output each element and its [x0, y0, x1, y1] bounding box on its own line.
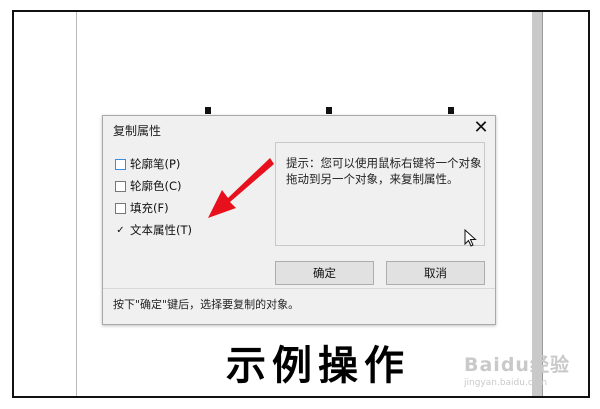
checkbox-fill[interactable]: [115, 202, 126, 214]
close-icon: ✕: [473, 117, 489, 138]
hint-box: 提示：您可以使用鼠标右键将一个对象拖动到另一个对象，来复制属性。: [275, 142, 485, 247]
option-text-properties[interactable]: ✓ 文本属性(T): [115, 222, 192, 238]
ok-button[interactable]: 确定: [275, 261, 374, 285]
selection-handle[interactable]: [448, 107, 454, 114]
cancel-button[interactable]: 取消: [386, 261, 485, 285]
status-divider: [103, 288, 495, 289]
option-label: 填充(F): [130, 201, 169, 215]
option-fill[interactable]: 填充(F): [115, 200, 169, 216]
watermark-sub: jingyan.baidu.com: [464, 378, 548, 388]
mouse-cursor-icon: [464, 229, 477, 247]
watermark-main: Baidu经验: [464, 354, 570, 376]
option-outline-pen[interactable]: 轮廓笔(P): [115, 156, 180, 172]
checkbox-outline-pen[interactable]: [115, 158, 126, 170]
copy-properties-dialog: 复制属性 ✕ 轮廓笔(P) 轮廓色(C) 填充(F) ✓ 文本属性(T) 提示：…: [102, 115, 496, 325]
option-label: 轮廓色(C): [130, 179, 182, 193]
selection-handle[interactable]: [326, 107, 332, 114]
option-label: 轮廓笔(P): [130, 157, 181, 171]
selection-handle[interactable]: [205, 107, 211, 114]
hint-text: 提示：您可以使用鼠标右键将一个对象拖动到另一个对象，来复制属性。: [286, 156, 482, 186]
page-border-left: [76, 12, 77, 396]
status-text: 按下"确定"键后，选择要复制的对象。: [113, 298, 300, 311]
checkbox-outline-color[interactable]: [115, 180, 126, 192]
caption-text: 示例操作: [226, 342, 410, 389]
arrow-annotation-icon: [208, 158, 274, 218]
check-icon[interactable]: ✓: [115, 225, 126, 236]
option-label: 文本属性(T): [130, 223, 192, 237]
option-outline-color[interactable]: 轮廓色(C): [115, 178, 182, 194]
close-button[interactable]: ✕: [471, 118, 491, 138]
watermark: Baidu经验 jingyan.baidu.com: [456, 344, 586, 396]
page-scroll-edge: [532, 12, 542, 396]
page-border-right: [542, 12, 543, 396]
dialog-title: 复制属性: [113, 124, 162, 138]
